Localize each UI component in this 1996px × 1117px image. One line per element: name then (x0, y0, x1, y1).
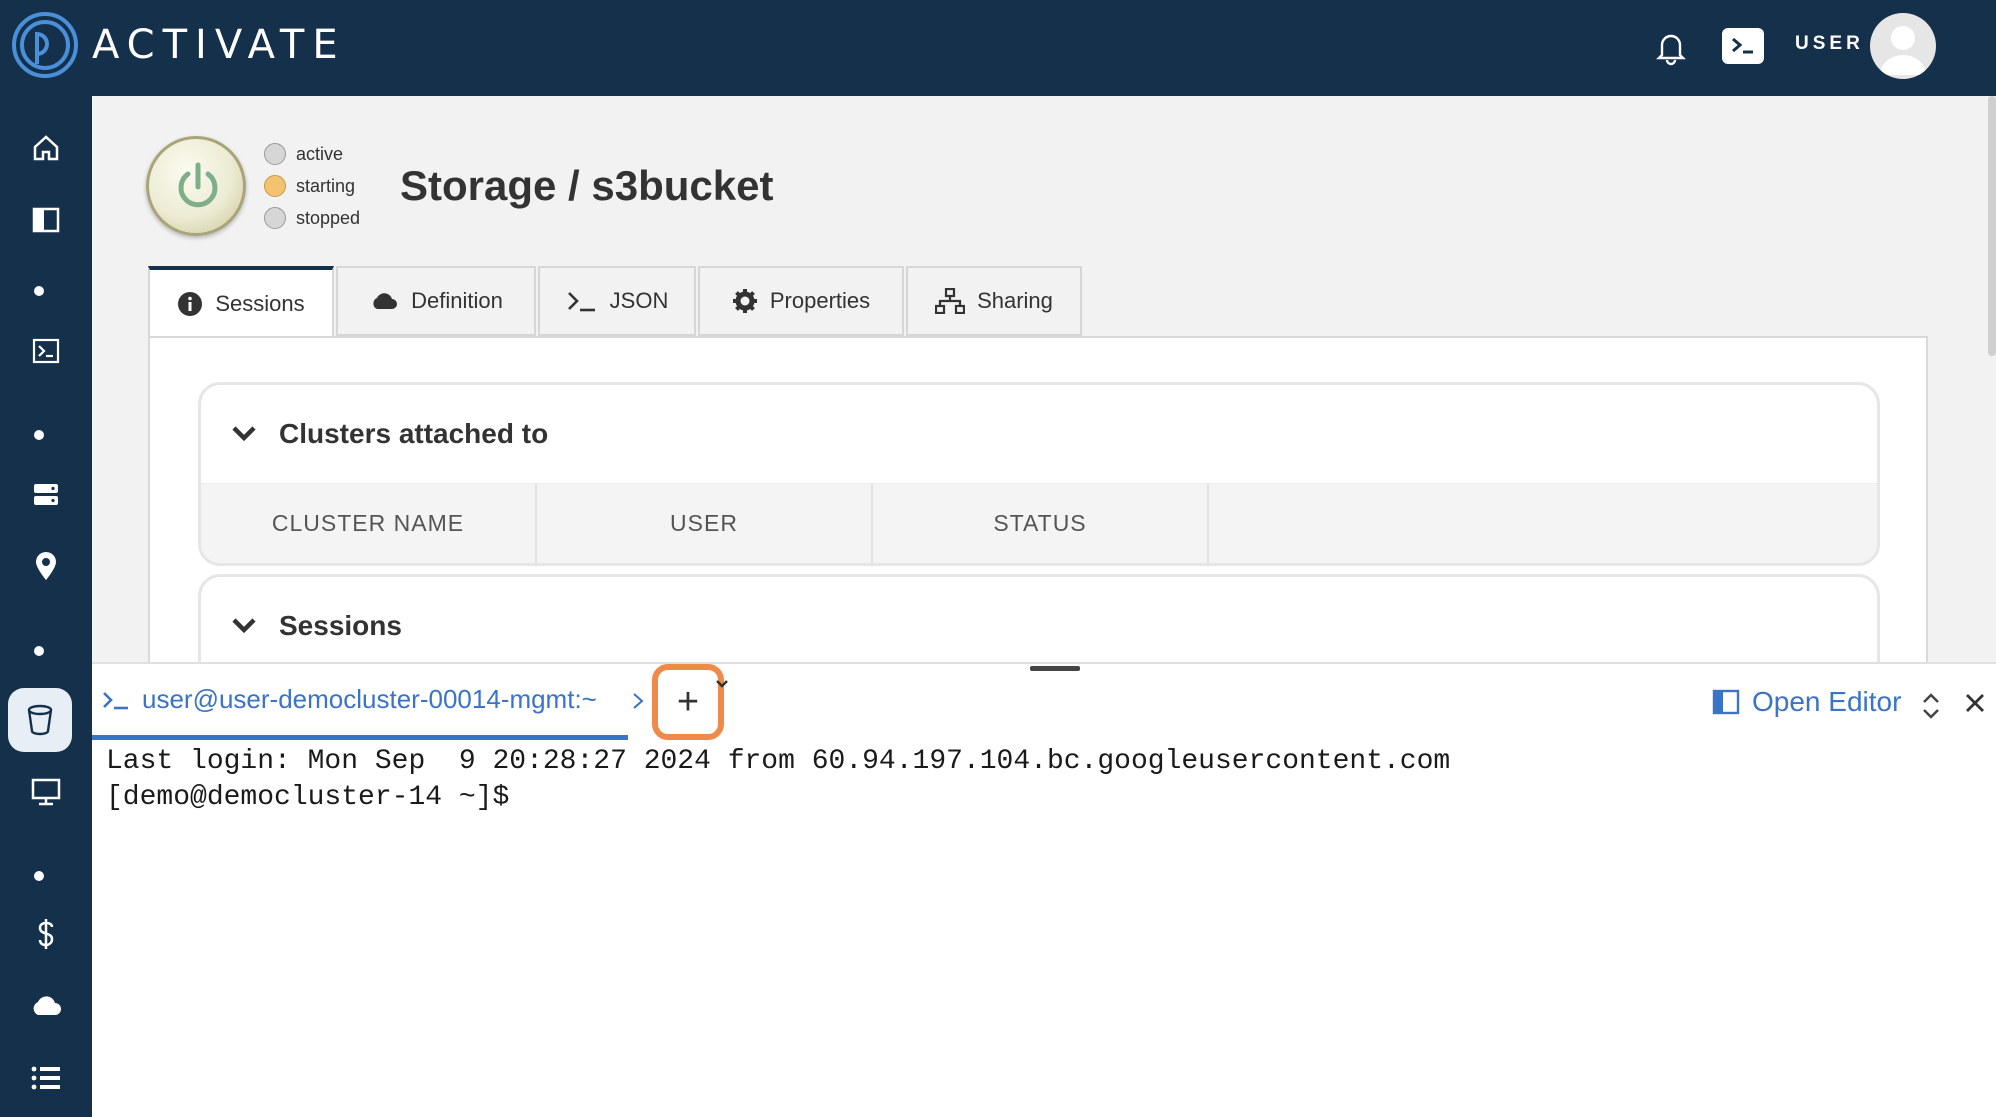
terminal-prompt-icon (567, 292, 595, 312)
nav-separator-dot (34, 871, 44, 881)
server-icon (34, 484, 58, 505)
editor-panel-icon (1712, 689, 1740, 715)
tab-definition[interactable]: Definition (336, 266, 536, 336)
status-indicator-stopped (264, 207, 286, 229)
avatar[interactable] (1870, 13, 1936, 79)
location-pin-icon (36, 552, 56, 580)
nav-list[interactable] (0, 1046, 92, 1110)
sessions-card-header[interactable]: Sessions (201, 577, 1877, 662)
status-label: active (296, 143, 344, 164)
tab-label: Sessions (215, 291, 305, 316)
column-header-user[interactable]: USER (537, 484, 873, 563)
user-menu-label[interactable]: USER (1795, 33, 1864, 55)
resize-handle[interactable] (1030, 666, 1080, 671)
nav-servers[interactable] (0, 462, 92, 526)
terminal-output[interactable]: Last login: Mon Sep 9 20:28:27 2024 from… (106, 744, 1450, 816)
tab-bar: Sessions Definition JSON Properties Shar… (148, 266, 1084, 338)
bell-icon[interactable] (1652, 28, 1690, 66)
nav-cloud[interactable] (0, 974, 92, 1038)
cloud-icon (373, 293, 398, 309)
status-label: starting (296, 175, 356, 196)
home-icon (33, 135, 59, 161)
list-icon (31, 1066, 60, 1090)
nav-separator-dot (34, 286, 44, 296)
tab-label: Properties (769, 288, 871, 313)
page-title: Storage / s3bucket (400, 162, 774, 209)
terminal-prompt-icon (103, 691, 128, 709)
terminal-line: Last login: Mon Sep 9 20:28:27 2024 from… (106, 746, 1451, 777)
power-button[interactable] (146, 136, 246, 236)
power-icon (178, 162, 218, 208)
chevron-down-icon (232, 618, 256, 634)
expand-collapse-icon[interactable] (1920, 690, 1942, 722)
nav-locations[interactable] (0, 534, 92, 598)
status-indicator-starting (264, 175, 286, 197)
top-bar: ACTIVATE USER (0, 0, 1996, 96)
storage-bucket-icon (27, 704, 53, 736)
status-row-active: active (264, 138, 360, 170)
close-icon[interactable] (1962, 690, 1988, 716)
tab-label: Sharing (977, 288, 1053, 313)
dollar-icon (38, 919, 54, 949)
nav-terminal[interactable] (0, 319, 92, 383)
app-name: ACTIVATE (92, 22, 346, 68)
tab-sharing[interactable]: Sharing (906, 266, 1082, 336)
nav-panel[interactable] (0, 188, 92, 252)
terminal-tab[interactable]: user@user-democluster-00014-mgmt:~ (92, 664, 628, 740)
terminal-button[interactable] (1722, 28, 1764, 64)
sessions-card: Sessions (198, 574, 1880, 662)
clusters-card: Clusters attached to CLUSTER NAME USER S… (198, 382, 1880, 566)
status-row-starting: starting (264, 170, 360, 202)
table-header-row: CLUSTER NAME USER STATUS (201, 483, 1877, 563)
chevron-down-icon[interactable] (714, 678, 730, 690)
sidebar-panel-icon (32, 207, 60, 233)
terminal-icon (1732, 37, 1753, 54)
monitor-icon (31, 778, 61, 806)
info-icon (178, 292, 203, 316)
network-icon (935, 288, 966, 314)
nav-billing[interactable] (0, 902, 92, 966)
activate-logo-icon[interactable] (10, 10, 80, 80)
nav-separator-dot (34, 430, 44, 440)
page-scrollbar[interactable] (1988, 96, 1996, 356)
tab-properties[interactable]: Properties (698, 266, 904, 336)
chevron-down-icon (232, 426, 256, 442)
column-header-status[interactable]: STATUS (873, 484, 1209, 563)
nav-desktops[interactable] (0, 760, 92, 824)
tab-sessions[interactable]: Sessions (148, 266, 334, 338)
status-label: stopped (296, 207, 361, 228)
status-indicator-active (264, 143, 286, 165)
clusters-card-title: Clusters attached to (279, 418, 549, 449)
tab-label: JSON (609, 288, 669, 313)
main-content: active starting stopped Storage / s3buck… (92, 96, 1992, 662)
status-row-stopped: stopped (264, 202, 360, 234)
terminal-panel: user@user-democluster-00014-mgmt:~ + Ope… (92, 662, 1996, 1117)
nav-storage-active[interactable] (8, 688, 72, 752)
terminal-icon (32, 338, 60, 364)
clusters-card-header[interactable]: Clusters attached to (201, 385, 1877, 483)
terminal-tab-label: user@user-democluster-00014-mgmt:~ (142, 684, 597, 714)
side-navigation (0, 96, 92, 1117)
open-editor-button[interactable]: Open Editor (1712, 686, 1901, 718)
tab-json[interactable]: JSON (538, 266, 696, 336)
nav-separator-dot (34, 646, 44, 656)
nav-home[interactable] (0, 116, 92, 180)
sessions-card-title: Sessions (279, 610, 402, 641)
column-header-cluster-name[interactable]: CLUSTER NAME (201, 484, 537, 563)
user-silhouette-icon (1880, 26, 1926, 75)
close-tab-icon[interactable] (630, 688, 648, 714)
status-legend: active starting stopped (264, 138, 360, 234)
tab-panel-sessions: Clusters attached to CLUSTER NAME USER S… (148, 336, 1928, 662)
terminal-prompt-line: [demo@democluster-14 ~]$ (106, 782, 510, 813)
open-editor-label: Open Editor (1752, 686, 1902, 717)
add-terminal-button[interactable]: + (652, 664, 724, 740)
tab-label: Definition (411, 288, 503, 313)
gear-icon (732, 289, 757, 313)
cloud-icon (33, 996, 61, 1015)
